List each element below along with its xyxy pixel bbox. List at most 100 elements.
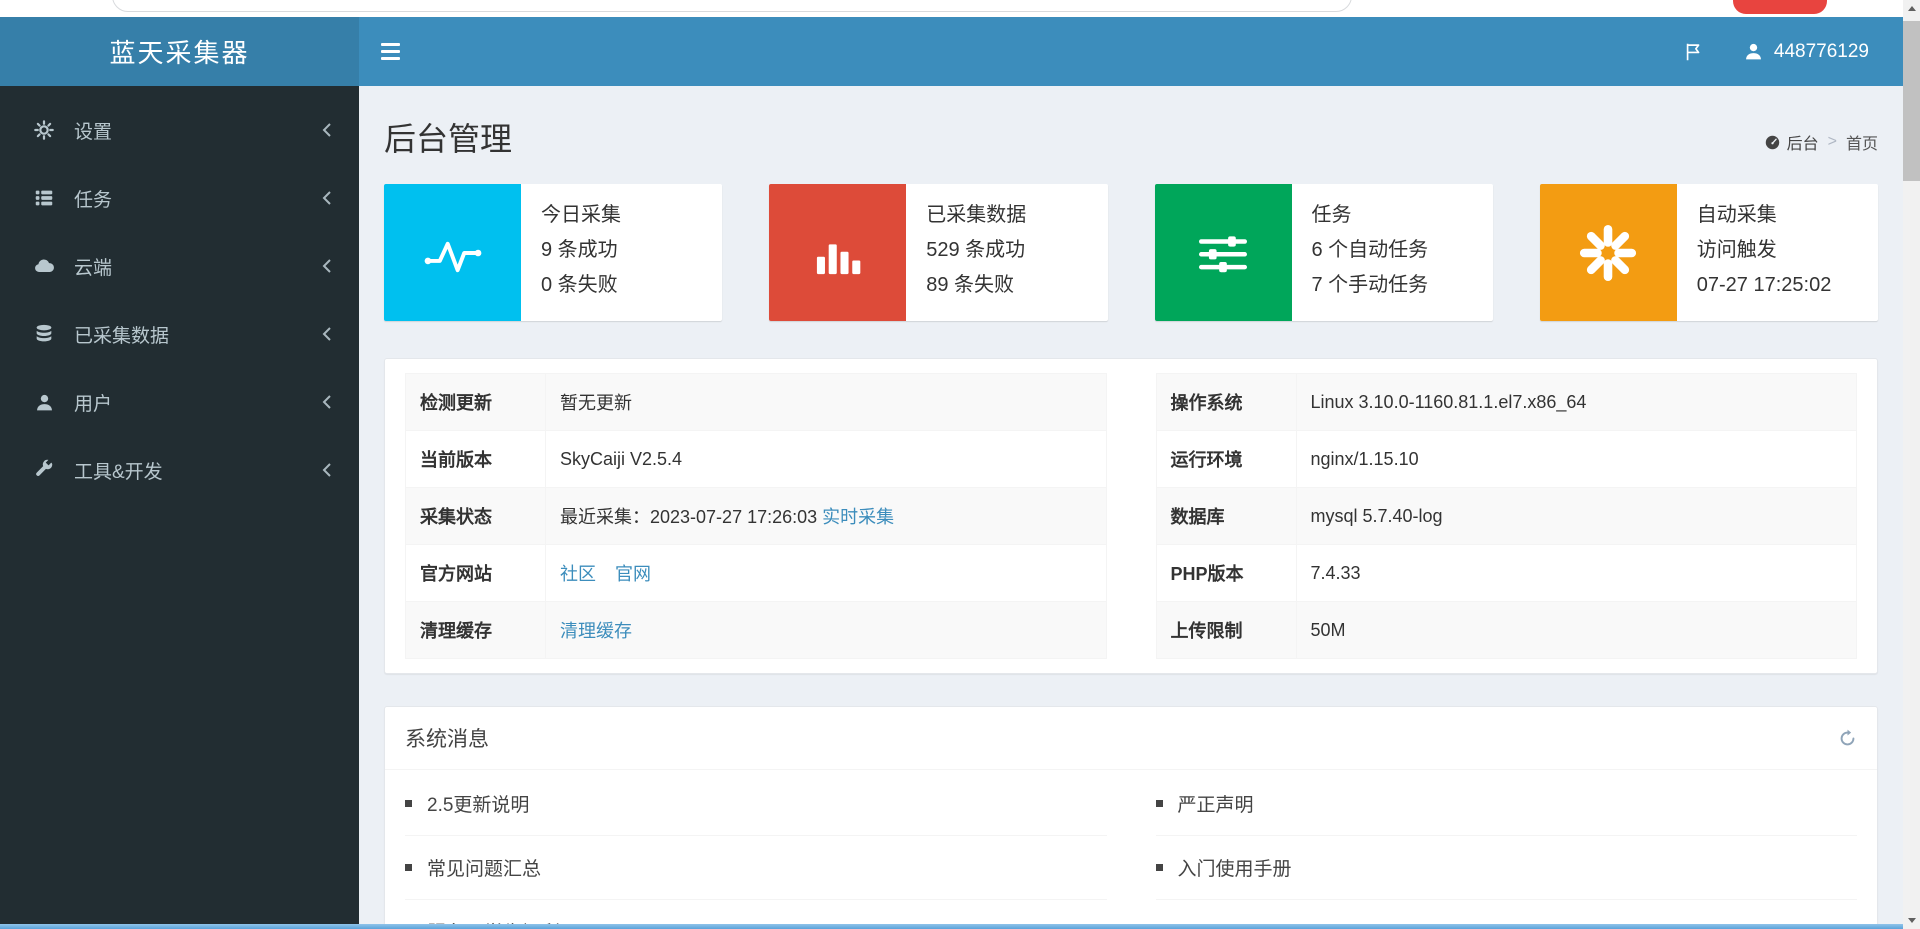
bullet-icon — [1155, 864, 1163, 871]
row-value: SkyCaiji V2.5.4 — [545, 430, 1107, 488]
wrench-icon — [30, 459, 58, 481]
sliders-icon — [1154, 184, 1292, 321]
info-box-line: 529 条成功 — [926, 239, 1026, 261]
table-row: 清理缓存 清理缓存 — [405, 601, 1107, 659]
sidebar-item-label: 已采集数据 — [74, 325, 170, 347]
info-box-text: 自动采集 访问触发 07-27 17:25:02 — [1677, 184, 1840, 321]
row-label: 操作系统 — [1155, 373, 1297, 431]
message-item[interactable]: 服务器学生福利 — [405, 900, 1107, 924]
table-row: 操作系统 Linux 3.10.0-1160.81.1.el7.x86_64 — [1155, 373, 1857, 431]
message-label: 入门使用手册 — [1177, 859, 1292, 880]
table-row: 上传限制 50M — [1155, 601, 1857, 659]
sidebar-item-label: 任务 — [74, 189, 113, 211]
row-value: 7.4.33 — [1295, 544, 1857, 602]
sidebar-toggle-button[interactable] — [359, 17, 421, 86]
user-id: 448776129 — [1773, 40, 1869, 62]
sidebar-item-label: 工具&开发 — [74, 461, 163, 483]
breadcrumb-section-link[interactable]: 后台 — [1764, 130, 1819, 154]
table-row: 官方网站 社区 官网 — [405, 544, 1107, 602]
page-scrollbar[interactable] — [1903, 0, 1920, 929]
scroll-up-arrow-icon[interactable] — [1903, 0, 1920, 17]
info-box-collected-data: 已采集数据 529 条成功 89 条失败 — [769, 184, 1108, 321]
row-value: nginx/1.15.10 — [1295, 430, 1857, 488]
bullet-icon — [1155, 800, 1163, 807]
flag-icon — [1686, 43, 1700, 60]
row-label: 上传限制 — [1155, 601, 1297, 659]
navbar-right: 448776129 — [1683, 41, 1903, 63]
top-navbar: 蓝天采集器 448776129 — [0, 17, 1903, 86]
message-label: 严正声明 — [1177, 795, 1254, 816]
breadcrumb-separator: > — [1827, 133, 1837, 150]
message-item[interactable]: 严正声明 — [1155, 772, 1857, 836]
message-label: 常见问题汇总 — [427, 859, 542, 880]
dashboard-gauge-icon — [1765, 135, 1779, 149]
row-value: mysql 5.7.40-log — [1295, 487, 1857, 545]
info-box-today-collection: 今日采集 9 条成功 0 条失败 — [384, 184, 723, 321]
info-box-line: 89 条失败 — [926, 274, 1015, 296]
gear-icon — [30, 119, 58, 141]
chevron-left-icon — [321, 461, 333, 479]
database-icon — [30, 323, 58, 345]
row-label: 当前版本 — [405, 430, 546, 488]
browser-red-button-fragment[interactable] — [1733, 0, 1827, 14]
bar-chart-icon — [769, 184, 907, 321]
sidebar-item-settings[interactable]: 设置 — [0, 96, 359, 164]
message-item[interactable]: 2.5更新说明 — [405, 772, 1107, 836]
info-box-tasks: 任务 6 个自动任务 7 个手动任务 — [1154, 184, 1493, 321]
chevron-left-icon — [321, 325, 333, 343]
info-box-line: 7 个手动任务 — [1311, 274, 1429, 296]
official-site-link[interactable]: 官网 — [615, 564, 651, 584]
sidebar-item-tasks[interactable]: 任务 — [0, 164, 359, 232]
row-label: 采集状态 — [405, 487, 546, 545]
info-box-line: 0 条失败 — [541, 274, 618, 296]
sidebar-item-tools-dev[interactable]: 工具&开发 — [0, 436, 359, 504]
table-row: 运行环境 nginx/1.15.10 — [1155, 430, 1857, 488]
breadcrumb-current: 首页 — [1845, 136, 1878, 153]
user-menu[interactable]: 448776129 — [1743, 41, 1869, 63]
info-boxes: 今日采集 9 条成功 0 条失败 已采集数据 529 条成功 89 条失败 任务… — [384, 184, 1878, 321]
info-box-text: 今日采集 9 条成功 0 条失败 — [521, 184, 629, 321]
message-item[interactable]: 常见问题汇总 — [405, 836, 1107, 900]
refresh-button[interactable] — [1838, 729, 1857, 748]
sidebar-item-users[interactable]: 用户 — [0, 368, 359, 436]
message-item[interactable]: 入门使用手册 — [1155, 836, 1857, 900]
bullet-icon — [405, 800, 412, 807]
system-info-table-left: 检测更新 暂无更新 当前版本 SkyCaiji V2.5.4 采集状态 最近采集… — [405, 373, 1107, 659]
community-link[interactable]: 社区 — [560, 564, 596, 584]
sidebar: 设置 任务 云端 已采集数据 用户 工具&开发 — [0, 86, 359, 924]
row-value: Linux 3.10.0-1160.81.1.el7.x86_64 — [1295, 373, 1857, 431]
refresh-icon — [1840, 729, 1855, 745]
browser-omnibox-fragment — [112, 0, 1352, 12]
screen: 蓝天采集器 448776129 设置 任务 云端 已采集数据 用户 工具&开发 … — [0, 0, 1920, 929]
message-label: 2.5更新说明 — [427, 795, 530, 816]
table-row: 当前版本 SkyCaiji V2.5.4 — [405, 430, 1107, 488]
chevron-left-icon — [321, 257, 333, 275]
realtime-collect-link[interactable]: 实时采集 — [822, 507, 894, 527]
person-icon — [30, 392, 58, 413]
row-label: 检测更新 — [405, 373, 546, 431]
tasks-icon — [30, 187, 58, 209]
messages-title: 系统消息 — [405, 728, 489, 751]
scroll-down-arrow-icon[interactable] — [1903, 912, 1920, 929]
scrollbar-thumb[interactable] — [1903, 21, 1920, 181]
info-box-auto-collection: 自动采集 访问触发 07-27 17:25:02 — [1539, 184, 1878, 321]
sidebar-item-label: 设置 — [74, 121, 113, 143]
sidebar-item-collected-data[interactable]: 已采集数据 — [0, 300, 359, 368]
table-row: 数据库 mysql 5.7.40-log — [1155, 487, 1857, 545]
row-label: PHP版本 — [1155, 544, 1297, 602]
info-box-line: 9 条成功 — [541, 239, 618, 261]
pulse-line-icon — [384, 184, 521, 321]
info-box-text: 已采集数据 529 条成功 89 条失败 — [906, 184, 1034, 321]
sidebar-item-cloud[interactable]: 云端 — [0, 232, 359, 300]
info-box-title: 自动采集 — [1696, 204, 1777, 226]
table-row: 采集状态 最近采集：2023-07-27 17:26:03 实时采集 — [405, 487, 1107, 545]
asterisk-icon — [1539, 184, 1677, 321]
clear-cache-link[interactable]: 清理缓存 — [560, 621, 632, 641]
flag-button[interactable] — [1683, 41, 1705, 63]
brand-logo[interactable]: 蓝天采集器 — [0, 17, 359, 86]
table-row: 检测更新 暂无更新 — [405, 373, 1107, 431]
sidebar-item-label: 用户 — [74, 393, 113, 415]
row-label: 清理缓存 — [405, 601, 546, 659]
admin-app: 蓝天采集器 448776129 设置 任务 云端 已采集数据 用户 工具&开发 … — [0, 17, 1903, 924]
info-box-title: 任务 — [1311, 204, 1352, 226]
